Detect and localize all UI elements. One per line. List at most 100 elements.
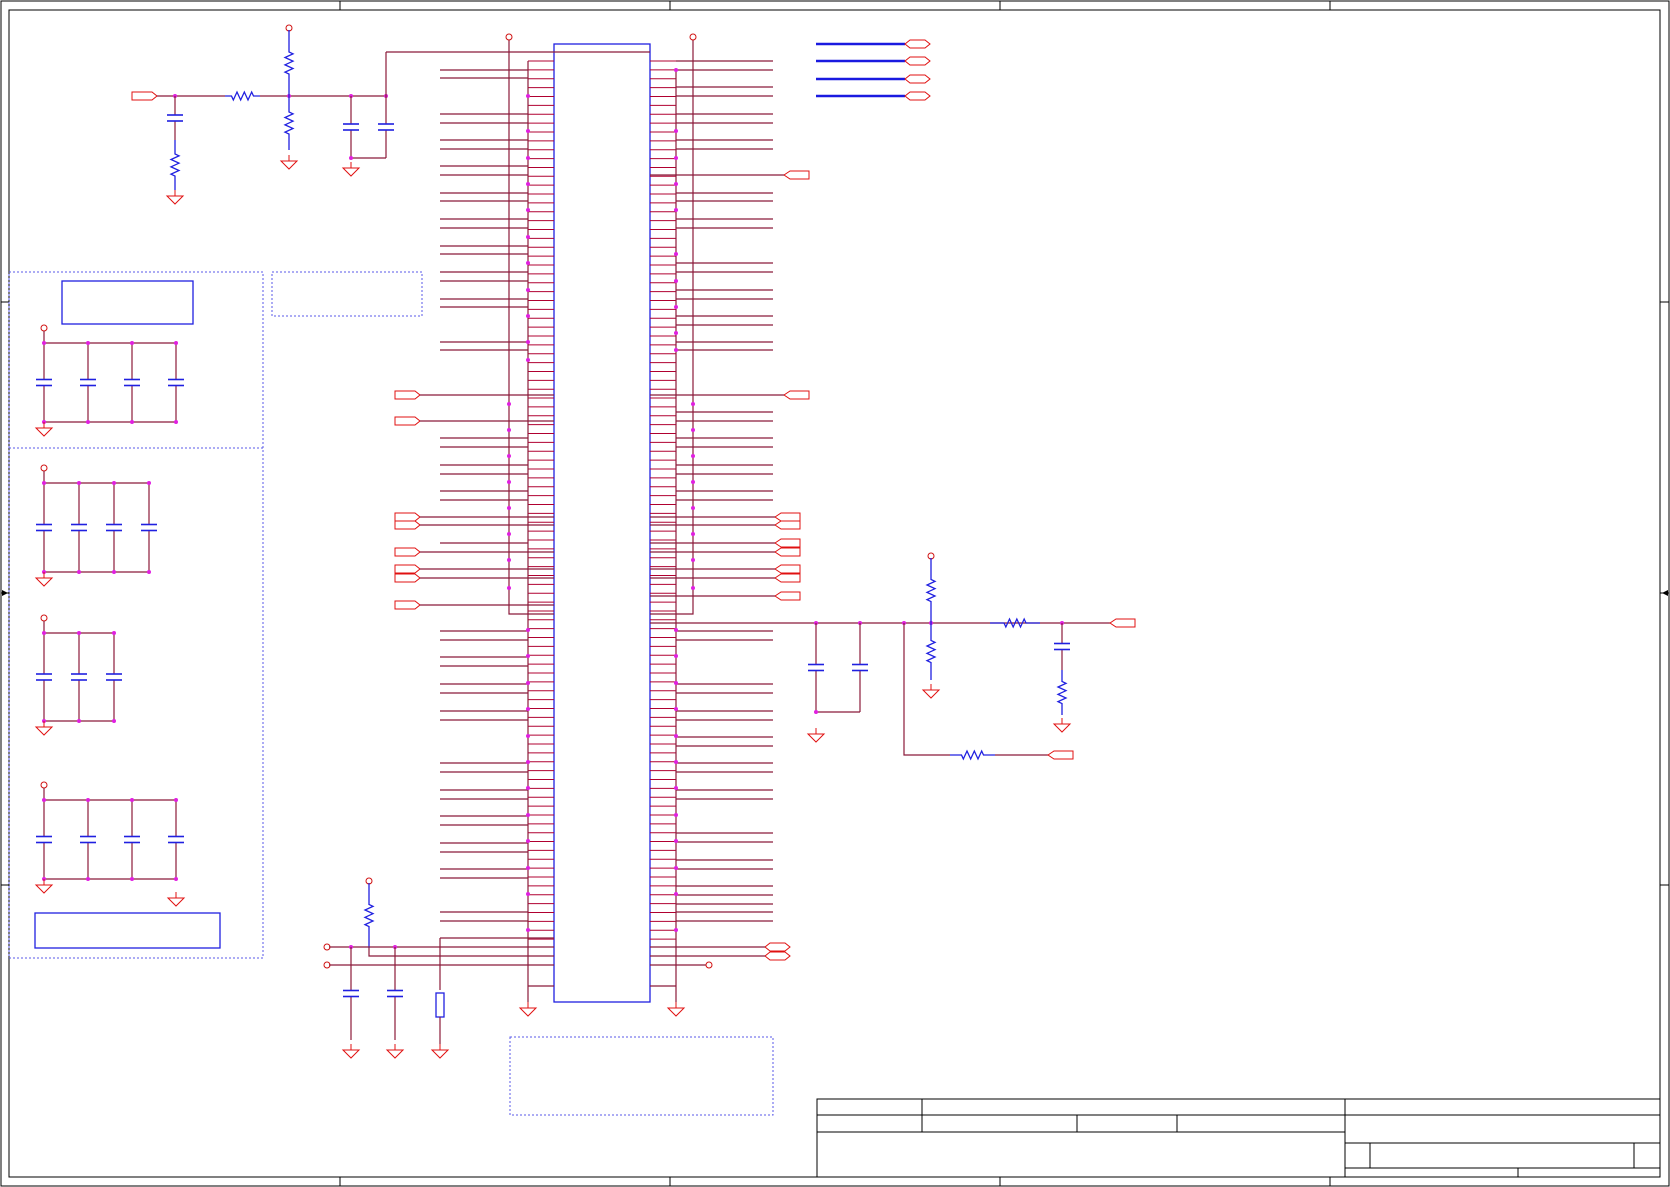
- port-icon: [904, 39, 931, 49]
- power-rail-icon: [689, 33, 697, 41]
- junction-dot: [526, 892, 530, 896]
- junction-dot: [674, 786, 678, 790]
- ground-icon: [385, 1044, 405, 1059]
- junction-dot: [507, 586, 511, 590]
- junction-dot: [691, 586, 695, 590]
- junction-dot: [674, 331, 678, 335]
- junction-dot: [507, 402, 511, 406]
- power-rail-icon: [40, 781, 48, 789]
- junction-dot: [526, 94, 530, 98]
- resistor-icon: [950, 749, 995, 761]
- ground-icon: [1052, 718, 1072, 733]
- port-icon: [774, 520, 801, 530]
- drawing-frame: [0, 0, 1670, 1187]
- port-icon: [764, 951, 791, 961]
- resistor-icon: [283, 96, 295, 150]
- junction-dot: [112, 719, 116, 723]
- junction-dot: [814, 710, 818, 714]
- note-box-top: [271, 271, 423, 317]
- junction-dot: [674, 129, 678, 133]
- port-icon: [394, 547, 421, 557]
- junction-dot: [174, 877, 178, 881]
- power-rail-icon: [40, 324, 48, 332]
- junction-dot: [526, 628, 530, 632]
- junction-dot: [112, 481, 116, 485]
- junction-dot: [526, 156, 530, 160]
- ground-icon: [34, 422, 54, 437]
- port-icon: [904, 56, 931, 66]
- port-icon: [394, 600, 421, 610]
- ground-icon: [806, 728, 826, 743]
- resistor-icon: [990, 617, 1040, 629]
- junction-dot: [130, 877, 134, 881]
- junction-dot: [526, 839, 530, 843]
- junction-dot: [526, 208, 530, 212]
- bias-net: [368, 948, 554, 957]
- resistor-icon: [1056, 670, 1068, 715]
- junction-dot: [526, 261, 530, 265]
- ground-icon: [341, 1044, 361, 1059]
- junction-dot: [77, 631, 81, 635]
- ground-icon: [166, 892, 186, 907]
- port-icon: [774, 538, 801, 548]
- junction-dot: [674, 839, 678, 843]
- junction-dot: [112, 570, 116, 574]
- junction-dot: [691, 532, 695, 536]
- port-icon: [1109, 618, 1136, 628]
- junction-dot: [147, 570, 151, 574]
- ground-icon: [165, 190, 185, 205]
- junction-dot: [507, 558, 511, 562]
- junction-dot: [674, 68, 678, 72]
- junction-dot: [674, 628, 678, 632]
- junction-dot: [130, 420, 134, 424]
- port-icon: [774, 547, 801, 557]
- junction-dot: [691, 454, 695, 458]
- ground-icon: [430, 1044, 450, 1059]
- junction-dot: [77, 719, 81, 723]
- junction-dot: [86, 420, 90, 424]
- junction-dot: [526, 340, 530, 344]
- junction-dot: [526, 288, 530, 292]
- junction-dot: [674, 182, 678, 186]
- junction-dot: [674, 252, 678, 256]
- junction-dot: [526, 866, 530, 870]
- port-icon: [904, 91, 931, 101]
- junction-dot: [130, 798, 134, 802]
- junction-dot: [674, 892, 678, 896]
- junction-dot: [526, 707, 530, 711]
- junction-dot: [526, 681, 530, 685]
- junction-dot: [112, 631, 116, 635]
- junction-dot: [526, 654, 530, 658]
- port-icon: [904, 74, 931, 84]
- junction-dot: [674, 866, 678, 870]
- port-icon: [394, 416, 421, 426]
- resistor-icon: [225, 90, 260, 102]
- section-label-frame-top: [61, 280, 194, 325]
- schematic-content: [34, 24, 1136, 1059]
- power-rail-left: [508, 38, 554, 615]
- port-icon: [394, 573, 421, 583]
- junction-dot: [526, 813, 530, 817]
- port-icon: [394, 512, 421, 522]
- junction-dot: [674, 305, 678, 309]
- port-icon: [131, 91, 158, 101]
- power-rail-right: [650, 38, 694, 615]
- port-icon: [783, 170, 810, 180]
- note-box-bottom: [509, 1036, 774, 1116]
- crystal-icon: [435, 992, 445, 1018]
- junction-dot: [674, 734, 678, 738]
- port-icon: [774, 591, 801, 601]
- junction-dot: [674, 348, 678, 352]
- junction-dot: [147, 481, 151, 485]
- junction-dot: [42, 341, 46, 345]
- junction-dot: [674, 707, 678, 711]
- junction-dot: [691, 428, 695, 432]
- connector-body: [553, 43, 651, 1003]
- junction-dot: [526, 314, 530, 318]
- port-icon: [394, 390, 421, 400]
- section-label-frame-bottom: [34, 912, 221, 949]
- port-icon: [1047, 750, 1074, 760]
- junction-dot: [77, 570, 81, 574]
- junction-dot: [77, 481, 81, 485]
- junction-dot: [526, 760, 530, 764]
